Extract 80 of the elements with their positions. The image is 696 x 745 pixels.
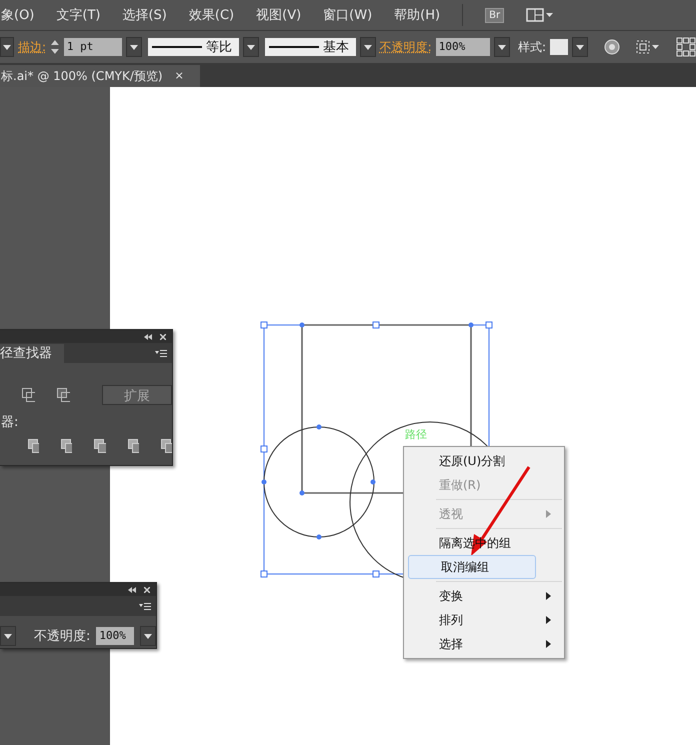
submenu-arrow-icon bbox=[546, 616, 551, 624]
pathfinder-icon[interactable] bbox=[160, 439, 172, 453]
opacity-label[interactable]: 不透明度: bbox=[380, 38, 432, 56]
expand-button[interactable]: 扩展 bbox=[102, 385, 172, 405]
close-icon[interactable] bbox=[144, 586, 150, 592]
pathfinder-icon[interactable] bbox=[61, 439, 72, 453]
bridge-button[interactable]: Br bbox=[485, 8, 504, 22]
brush-select[interactable]: 基本 bbox=[264, 38, 356, 56]
anchor-point[interactable] bbox=[316, 534, 322, 540]
dropdown-button[interactable] bbox=[572, 37, 588, 57]
dropdown-button[interactable] bbox=[0, 626, 16, 646]
menu-item[interactable]: 选择 bbox=[406, 632, 562, 656]
menu-item[interactable]: 选择(S) bbox=[122, 6, 167, 24]
selection-handle[interactable] bbox=[372, 570, 380, 578]
menu-item[interactable]: 变换 bbox=[406, 584, 562, 608]
style-swatch[interactable] bbox=[550, 39, 568, 55]
close-icon[interactable] bbox=[160, 334, 166, 340]
close-button[interactable]: × bbox=[168, 65, 200, 87]
submenu-arrow-icon bbox=[546, 510, 551, 518]
dropdown-button[interactable] bbox=[494, 37, 510, 57]
pathfinder-icon[interactable] bbox=[57, 388, 70, 402]
caret-icon bbox=[246, 44, 255, 50]
collapse-icon[interactable] bbox=[128, 586, 136, 592]
opacity-field[interactable]: 100% bbox=[96, 627, 134, 645]
selection-handle[interactable] bbox=[486, 322, 492, 328]
anchor-point[interactable] bbox=[316, 424, 322, 430]
menu-item[interactable]: 象(O) bbox=[1, 6, 34, 24]
anchor-point[interactable] bbox=[370, 480, 376, 484]
align-icon[interactable] bbox=[636, 40, 660, 54]
pathfinder-icon[interactable] bbox=[28, 439, 40, 453]
dropdown-button[interactable] bbox=[0, 37, 14, 57]
menu-item[interactable]: 效果(C) bbox=[188, 6, 234, 24]
pathfinder-icon[interactable] bbox=[22, 388, 36, 402]
globe-icon[interactable] bbox=[604, 39, 620, 55]
selection-handle[interactable] bbox=[260, 446, 268, 452]
dropdown-button[interactable] bbox=[242, 37, 259, 57]
opacity-field[interactable]: 100% bbox=[436, 38, 490, 56]
submenu-arrow-icon bbox=[546, 592, 551, 600]
opacity-label: 不透明度: bbox=[34, 628, 90, 645]
menu-icon[interactable] bbox=[139, 603, 151, 610]
document-tab[interactable]: 标.ai* @ 100% (CMYK/预览) bbox=[0, 65, 169, 87]
caret-icon bbox=[576, 44, 584, 50]
menu-icon[interactable] bbox=[155, 350, 167, 357]
dropdown-button[interactable] bbox=[360, 37, 376, 57]
pathfinder-icon[interactable] bbox=[94, 439, 106, 453]
menu-item[interactable]: 取消编组 bbox=[408, 555, 536, 579]
style-label: 样式: bbox=[518, 38, 546, 56]
stroke-label[interactable]: 描边: bbox=[18, 38, 46, 56]
menu-item[interactable]: 排列 bbox=[406, 608, 562, 632]
dropdown-button[interactable] bbox=[126, 37, 142, 57]
menu-item[interactable]: 视图(V) bbox=[256, 6, 302, 24]
pathfinder-icon[interactable] bbox=[128, 439, 139, 453]
menu-item[interactable]: 帮助(H) bbox=[394, 6, 440, 24]
collapse-icon[interactable] bbox=[144, 334, 152, 340]
spinner-icon[interactable] bbox=[50, 38, 60, 56]
pathfinders-label: 器: bbox=[1, 414, 20, 431]
caret-icon bbox=[3, 44, 11, 50]
anchor-point[interactable] bbox=[262, 480, 266, 484]
anchor-point[interactable] bbox=[300, 490, 304, 496]
path-label: 路径 bbox=[405, 428, 427, 441]
selection-handle[interactable] bbox=[260, 570, 268, 578]
caret-icon bbox=[144, 634, 152, 638]
panel-tab[interactable]: 径查找器 bbox=[0, 344, 64, 363]
dropdown-button[interactable] bbox=[140, 626, 156, 646]
selection-handle[interactable] bbox=[260, 322, 268, 328]
menu-item[interactable]: 文字(T) bbox=[56, 6, 100, 24]
caret-icon bbox=[130, 44, 138, 50]
submenu-arrow-icon bbox=[546, 640, 551, 648]
anchor-point[interactable] bbox=[300, 322, 304, 328]
selection-handle[interactable] bbox=[372, 322, 380, 328]
stroke-weight-field[interactable]: 1 pt bbox=[64, 38, 122, 56]
anchor-point[interactable] bbox=[468, 322, 474, 328]
caret-icon bbox=[498, 44, 506, 50]
profile-select[interactable]: 等比 bbox=[148, 38, 239, 56]
menu-item[interactable]: 窗口(W) bbox=[323, 6, 372, 24]
menu-item[interactable]: 还原(U)分割 bbox=[406, 449, 562, 473]
grid-icon[interactable] bbox=[676, 37, 696, 57]
layout-icon[interactable] bbox=[526, 8, 554, 22]
caret-icon bbox=[364, 44, 372, 50]
caret-icon bbox=[4, 634, 12, 638]
